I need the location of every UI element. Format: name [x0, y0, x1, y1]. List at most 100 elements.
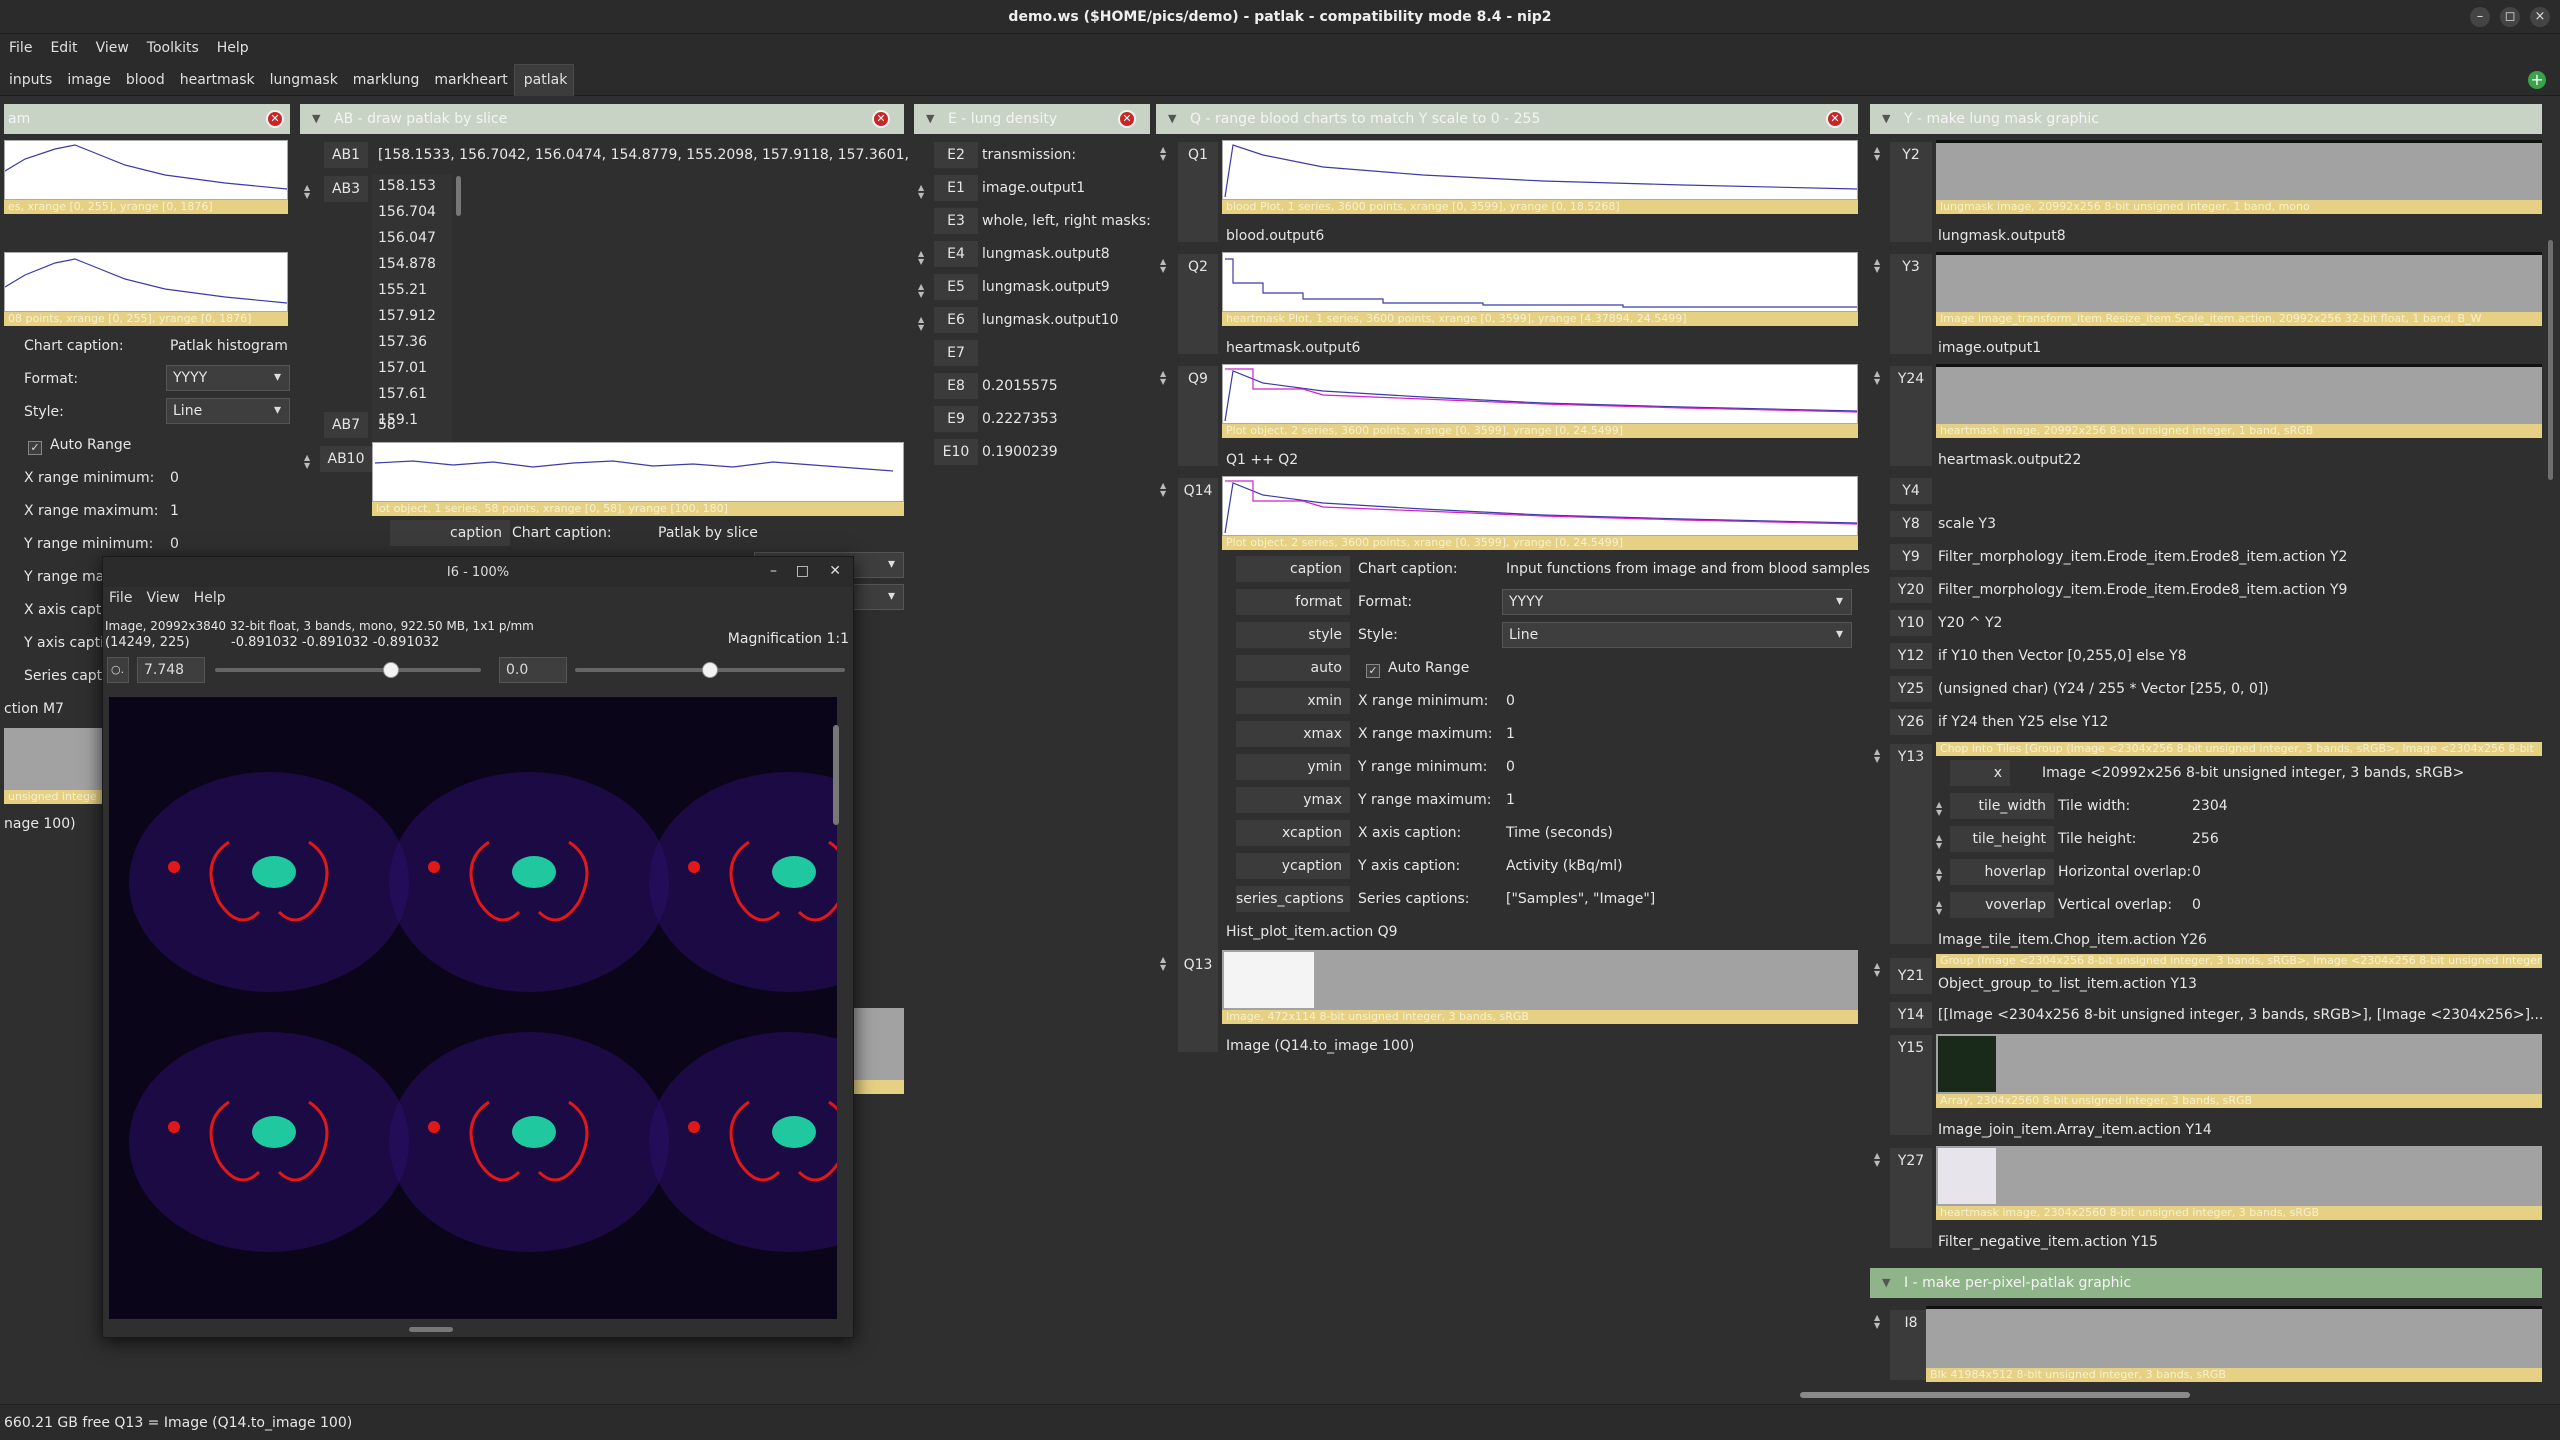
y13-tile-height-value[interactable]: 256 [2192, 831, 2219, 847]
ab3-scrollbar[interactable] [456, 176, 461, 216]
row-label-y26[interactable]: Y26 [1890, 709, 1932, 735]
move-arrows-icon[interactable]: ▲ ▼ [918, 250, 927, 266]
y2-image[interactable] [1936, 140, 2542, 200]
offset-field[interactable]: 0.0 [499, 657, 567, 683]
move-arrows-icon[interactable]: ▲ ▼ [1874, 962, 1883, 978]
row-label-q1[interactable]: Q1 [1178, 142, 1218, 242]
row-label-ab10[interactable]: AB10 [320, 446, 372, 472]
move-arrows-icon[interactable]: ▲ ▼ [1160, 258, 1169, 274]
column-left-header[interactable]: am ✕ [4, 104, 290, 134]
tab-image[interactable]: image [58, 65, 117, 97]
ab10-plot[interactable] [372, 442, 904, 502]
tab-blood[interactable]: blood [117, 65, 171, 97]
move-arrows-icon[interactable]: ▲ ▼ [918, 316, 927, 332]
row-label-e7[interactable]: E7 [934, 340, 978, 366]
row-label-e1[interactable]: E1 [934, 175, 978, 201]
param-auto-range[interactable]: ✓ Auto Range [1366, 660, 1469, 678]
tab-lungmask[interactable]: lungmask [261, 65, 344, 97]
left-style-select[interactable]: Line [166, 398, 290, 424]
q14-plot[interactable] [1222, 476, 1858, 536]
row-label-e9[interactable]: E9 [934, 406, 978, 432]
param-ycaption-value[interactable]: Activity (kBq/ml) [1506, 858, 1623, 874]
q1-plot[interactable] [1222, 140, 1858, 200]
move-arrows-icon[interactable]: ▲ ▼ [1936, 834, 1945, 850]
viewer-minimize-icon[interactable]: – [770, 563, 777, 579]
checkbox-checked-icon[interactable]: ✓ [1366, 664, 1380, 678]
move-arrows-icon[interactable]: ▲ ▼ [1874, 1314, 1883, 1330]
tab-patlak[interactable]: patlak [513, 64, 575, 96]
y13-hoverlap-value[interactable]: 0 [2192, 864, 2201, 880]
row-label-y13[interactable]: Y13 [1890, 744, 1932, 944]
row-label-q13[interactable]: Q13 [1178, 952, 1218, 1052]
offset-slider[interactable] [575, 662, 845, 678]
viewer-maximize-icon[interactable]: □ [796, 563, 809, 579]
viewer-hscrollbar[interactable] [409, 1327, 453, 1332]
row-label-e6[interactable]: E6 [934, 307, 978, 333]
tab-inputs[interactable]: inputs [0, 65, 58, 97]
viewer-menu-view[interactable]: View [146, 590, 179, 606]
row-label-y24[interactable]: Y24 [1890, 366, 1932, 466]
viewer-menu-file[interactable]: File [109, 590, 132, 606]
menu-toolkits[interactable]: Toolkits [138, 34, 208, 56]
offset-slider-knob[interactable] [702, 662, 718, 678]
left-row-chart-caption-value[interactable]: Patlak histogram [170, 338, 288, 354]
collapse-triangle-icon[interactable]: ▼ [1168, 112, 1176, 125]
left-xmin-value[interactable]: 0 [170, 470, 179, 486]
param-xmin-key[interactable]: xmin [1236, 688, 1350, 714]
param-xmin-value[interactable]: 0 [1506, 693, 1515, 709]
row-label-ab3[interactable]: AB3 [324, 176, 368, 202]
viewer-menu-help[interactable]: Help [194, 590, 226, 606]
column-ab-header[interactable]: ▼ AB - draw patlak by slice ✕ [300, 104, 904, 134]
close-column-icon[interactable]: ✕ [1118, 110, 1136, 128]
row-label-e8[interactable]: E8 [934, 373, 978, 399]
row-label-e4[interactable]: E4 [934, 241, 978, 267]
viewer-vscrollbar[interactable] [833, 725, 839, 825]
collapse-triangle-icon[interactable]: ▼ [312, 112, 320, 125]
row-label-e2[interactable]: E2 [934, 142, 978, 168]
y15-image[interactable] [1936, 1034, 2542, 1094]
param-ymin-value[interactable]: 0 [1506, 759, 1515, 775]
param-ycaption-key[interactable]: ycaption [1236, 853, 1350, 879]
row-label-e10[interactable]: E10 [934, 439, 978, 465]
tab-markheart[interactable]: markheart [425, 65, 513, 97]
ab-caption-value[interactable]: Patlak by slice [658, 525, 758, 541]
left-ymin-value[interactable]: 0 [170, 536, 179, 552]
row-label-q9[interactable]: Q9 [1178, 366, 1218, 466]
move-arrows-icon[interactable]: ▲ ▼ [1936, 900, 1945, 916]
left-auto-range[interactable]: ✓ Auto Range [28, 437, 131, 455]
param-style-select[interactable]: Line [1502, 622, 1852, 648]
row-label-y10[interactable]: Y10 [1890, 610, 1932, 636]
y13-x-key[interactable]: x [1950, 760, 2010, 786]
menu-file[interactable]: File [0, 34, 41, 56]
param-ymax-key[interactable]: ymax [1236, 787, 1350, 813]
q9-plot[interactable] [1222, 364, 1858, 424]
viewer-canvas[interactable] [109, 697, 929, 1319]
y13-hoverlap-key[interactable]: hoverlap [1950, 859, 2054, 885]
add-tab-icon[interactable]: + [2528, 71, 2546, 89]
move-arrows-icon[interactable]: ▲ ▼ [1874, 1152, 1883, 1168]
row-label-y27[interactable]: Y27 [1890, 1148, 1932, 1248]
menu-help[interactable]: Help [208, 34, 258, 56]
row-label-y8[interactable]: Y8 [1890, 511, 1932, 537]
param-xcaption-key[interactable]: xcaption [1236, 820, 1350, 846]
param-xcaption-value[interactable]: Time (seconds) [1506, 825, 1613, 841]
tab-marklung[interactable]: marklung [344, 65, 426, 97]
move-arrows-icon[interactable]: ▲ ▼ [918, 184, 927, 200]
param-auto-key[interactable]: auto [1236, 655, 1350, 681]
move-arrows-icon[interactable]: ▲ ▼ [1936, 867, 1945, 883]
left-thumbnail[interactable] [4, 728, 102, 790]
column-e-header[interactable]: ▼ E - lung density ✕ [914, 104, 1150, 134]
row-label-y15[interactable]: Y15 [1890, 1035, 1932, 1135]
param-style-key[interactable]: style [1236, 622, 1350, 648]
tab-heartmask[interactable]: heartmask [171, 65, 261, 97]
collapse-triangle-icon[interactable]: ▼ [1882, 112, 1890, 125]
checkbox-checked-icon[interactable]: ✓ [28, 441, 42, 455]
close-column-icon[interactable]: ✕ [266, 110, 284, 128]
move-arrows-icon[interactable]: ▲ ▼ [1874, 370, 1883, 386]
q13-image[interactable] [1222, 950, 1858, 1010]
menu-edit[interactable]: Edit [41, 34, 86, 56]
param-format-key[interactable]: format [1236, 589, 1350, 615]
move-arrows-icon[interactable]: ▲ ▼ [1160, 146, 1169, 162]
row-label-e5[interactable]: E5 [934, 274, 978, 300]
row-label-y25[interactable]: Y25 [1890, 676, 1932, 702]
